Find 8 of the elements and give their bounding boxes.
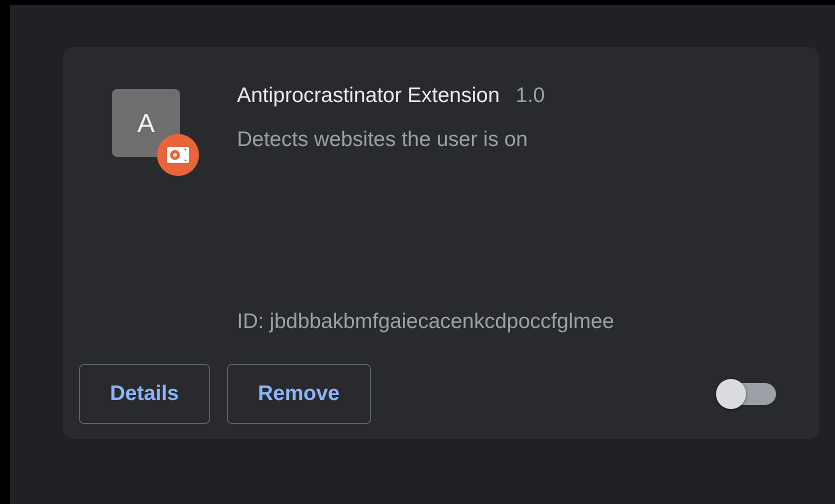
details-button[interactable]: Details [79,364,210,424]
extension-description: Detects websites the user is on [237,128,529,152]
extension-id: ID: jbdbbakbmfgaiecacenkcdpoccfglmee [237,310,616,334]
remove-button[interactable]: Remove [226,364,371,424]
drive-icon [157,134,199,176]
enable-toggle[interactable] [716,377,776,411]
extension-name: Antiprocrastinator Extension [237,84,500,108]
extension-version: 1.0 [516,84,545,108]
